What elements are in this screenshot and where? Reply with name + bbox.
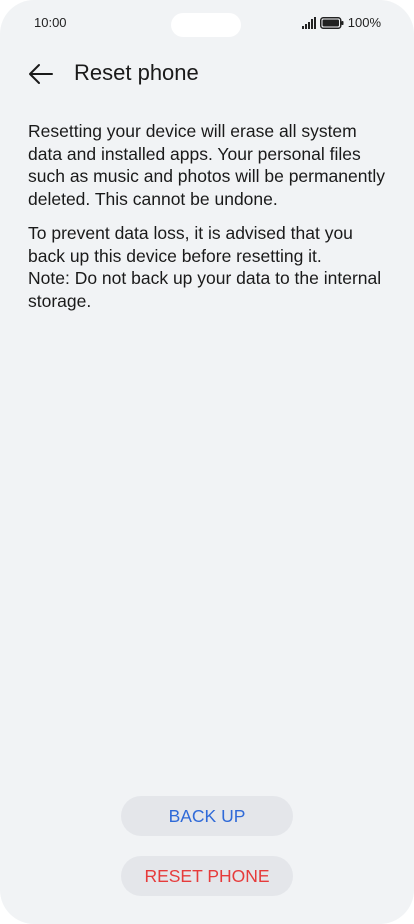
arrow-left-icon [29,64,53,84]
status-time: 10:00 [34,15,67,30]
header: Reset phone [0,56,414,92]
battery-percentage: 100% [347,15,381,30]
phone-screen: 10:00 100% Reset phone Resetting your de… [0,0,414,924]
camera-cutout [171,13,241,37]
signal-icon [301,16,316,29]
backup-advice-paragraph: To prevent data loss, it is advised that… [28,223,353,266]
content: Resetting your device will erase all sys… [28,120,386,312]
back-up-button[interactable]: BACK UP [121,796,293,836]
battery-icon [319,16,344,29]
warning-paragraph: Resetting your device will erase all sys… [28,121,385,209]
status-bar: 10:00 100% [0,0,414,46]
status-indicators: 100% [301,15,381,30]
note-text: Note: Do not back up your data to the in… [28,268,382,311]
reset-phone-button[interactable]: RESET PHONE [121,856,293,896]
page-title: Reset phone [74,60,199,85]
back-button[interactable] [26,59,56,89]
